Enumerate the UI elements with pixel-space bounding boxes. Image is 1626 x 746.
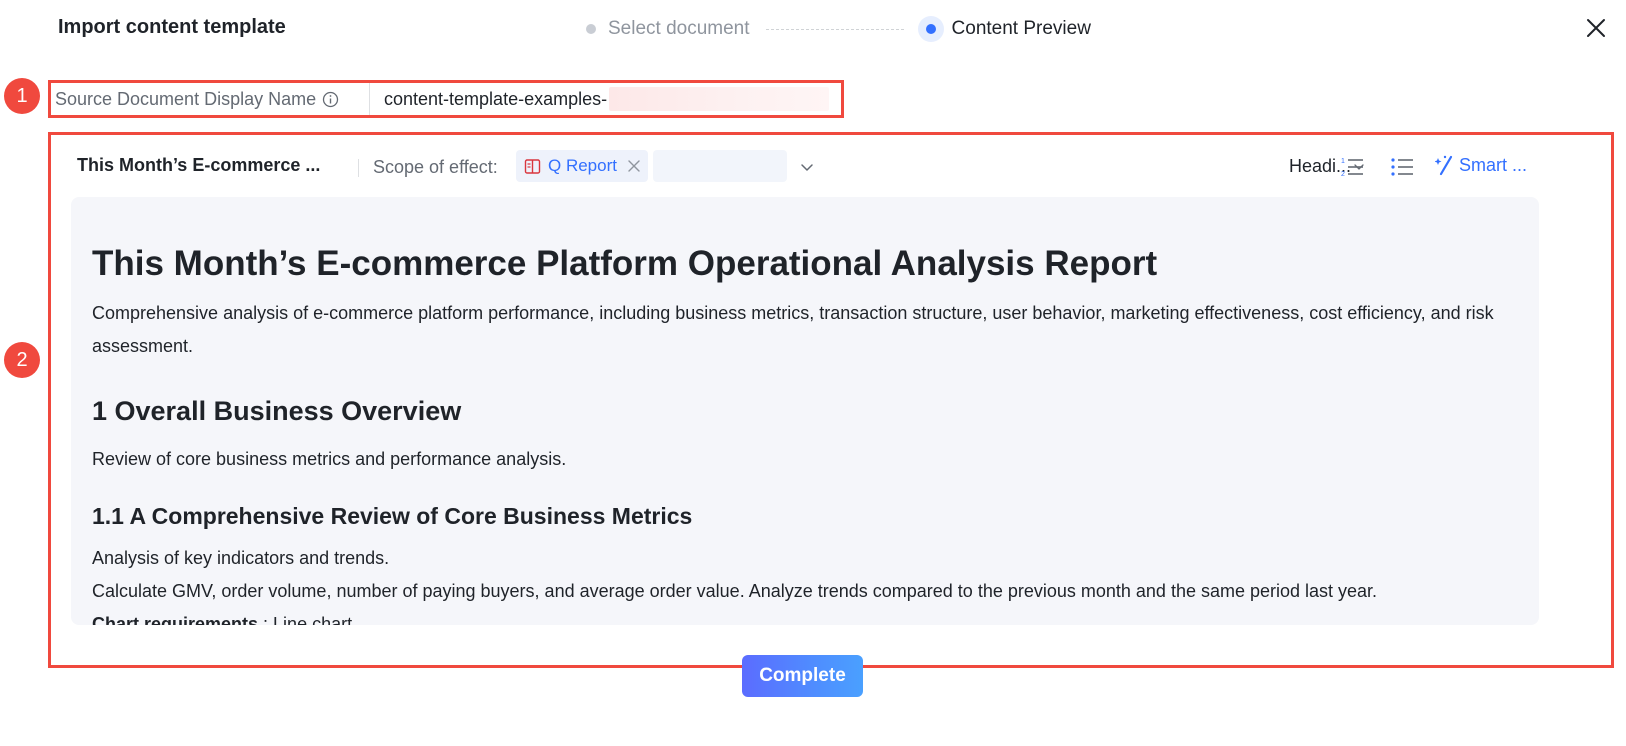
section-text: Review of core business metrics and perf… bbox=[92, 449, 567, 469]
source-name-label: Source Document Display Name bbox=[51, 83, 369, 115]
scope-tag[interactable]: Q Report bbox=[516, 150, 648, 182]
scope-tag-label: Q Report bbox=[548, 156, 617, 175]
step-active-dot-icon bbox=[917, 16, 944, 42]
document-intro: Comprehensive analysis of e-commerce pla… bbox=[92, 303, 1494, 356]
chevron-down-icon[interactable] bbox=[799, 159, 815, 175]
redacted-value bbox=[609, 87, 830, 111]
import-template-modal: Import content template Select document … bbox=[0, 0, 1626, 746]
annotation-marker-2: 2 bbox=[4, 342, 40, 378]
magic-wand-icon bbox=[1435, 155, 1453, 176]
chart-requirement-label: Chart requirements bbox=[92, 614, 259, 625]
bullet-list-icon[interactable] bbox=[1389, 154, 1415, 180]
subsection-detail: Calculate GMV, order volume, number of p… bbox=[92, 581, 1378, 601]
scope-search-input[interactable] bbox=[653, 150, 787, 182]
step-dot-icon bbox=[586, 24, 596, 34]
close-icon[interactable] bbox=[1582, 14, 1610, 42]
step-label: Select document bbox=[608, 18, 750, 39]
chart-requirement: Chart requirements : Line chart bbox=[92, 608, 1519, 625]
document-preview[interactable]: This Month’s E-commerce Platform Operati… bbox=[71, 197, 1539, 625]
toolbar-divider bbox=[358, 159, 359, 177]
ordered-list-icon[interactable]: 1 2 bbox=[1339, 154, 1365, 180]
step-label: Content Preview bbox=[951, 18, 1091, 39]
document-title: This Month’s E-commerce Platform Operati… bbox=[92, 244, 1158, 283]
preview-toolbar: This Month’s E-commerce ... Scope of eff… bbox=[51, 135, 1611, 199]
complete-button[interactable]: Complete bbox=[742, 655, 863, 697]
chart-requirement-value: : Line chart bbox=[258, 614, 353, 625]
step-connector bbox=[765, 28, 904, 30]
svg-text:2: 2 bbox=[1341, 171, 1345, 178]
subsection-heading: 1.1 A Comprehensive Review of Core Busin… bbox=[92, 503, 693, 529]
stepper: Select document Content Preview bbox=[586, 14, 1091, 44]
smart-button[interactable]: Smart ... bbox=[1435, 154, 1527, 176]
modal-title: Import content template bbox=[58, 16, 286, 38]
tag-remove-icon[interactable] bbox=[627, 159, 641, 173]
smart-button-label: Smart ... bbox=[1459, 154, 1528, 175]
step-content-preview[interactable]: Content Preview bbox=[917, 16, 1091, 42]
scope-label: Scope of effect: bbox=[373, 157, 498, 177]
book-icon bbox=[524, 158, 541, 174]
annotation-marker-1: 1 bbox=[4, 78, 40, 114]
subsection-text: Analysis of key indicators and trends. bbox=[92, 548, 390, 568]
content-preview-panel: This Month’s E-commerce ... Scope of eff… bbox=[48, 132, 1614, 668]
section-heading: 1 Overall Business Overview bbox=[92, 396, 462, 426]
source-name-row: Source Document Display Name content-tem… bbox=[48, 80, 844, 118]
info-icon[interactable] bbox=[322, 91, 339, 108]
source-name-input[interactable]: content-template-examples- bbox=[369, 83, 841, 115]
source-name-value: content-template-examples- bbox=[384, 88, 608, 109]
document-name: This Month’s E-commerce ... bbox=[77, 155, 321, 175]
step-select-document[interactable]: Select document bbox=[586, 18, 750, 40]
svg-text:1: 1 bbox=[1341, 158, 1345, 165]
source-label-text: Source Document Display Name bbox=[55, 88, 317, 109]
